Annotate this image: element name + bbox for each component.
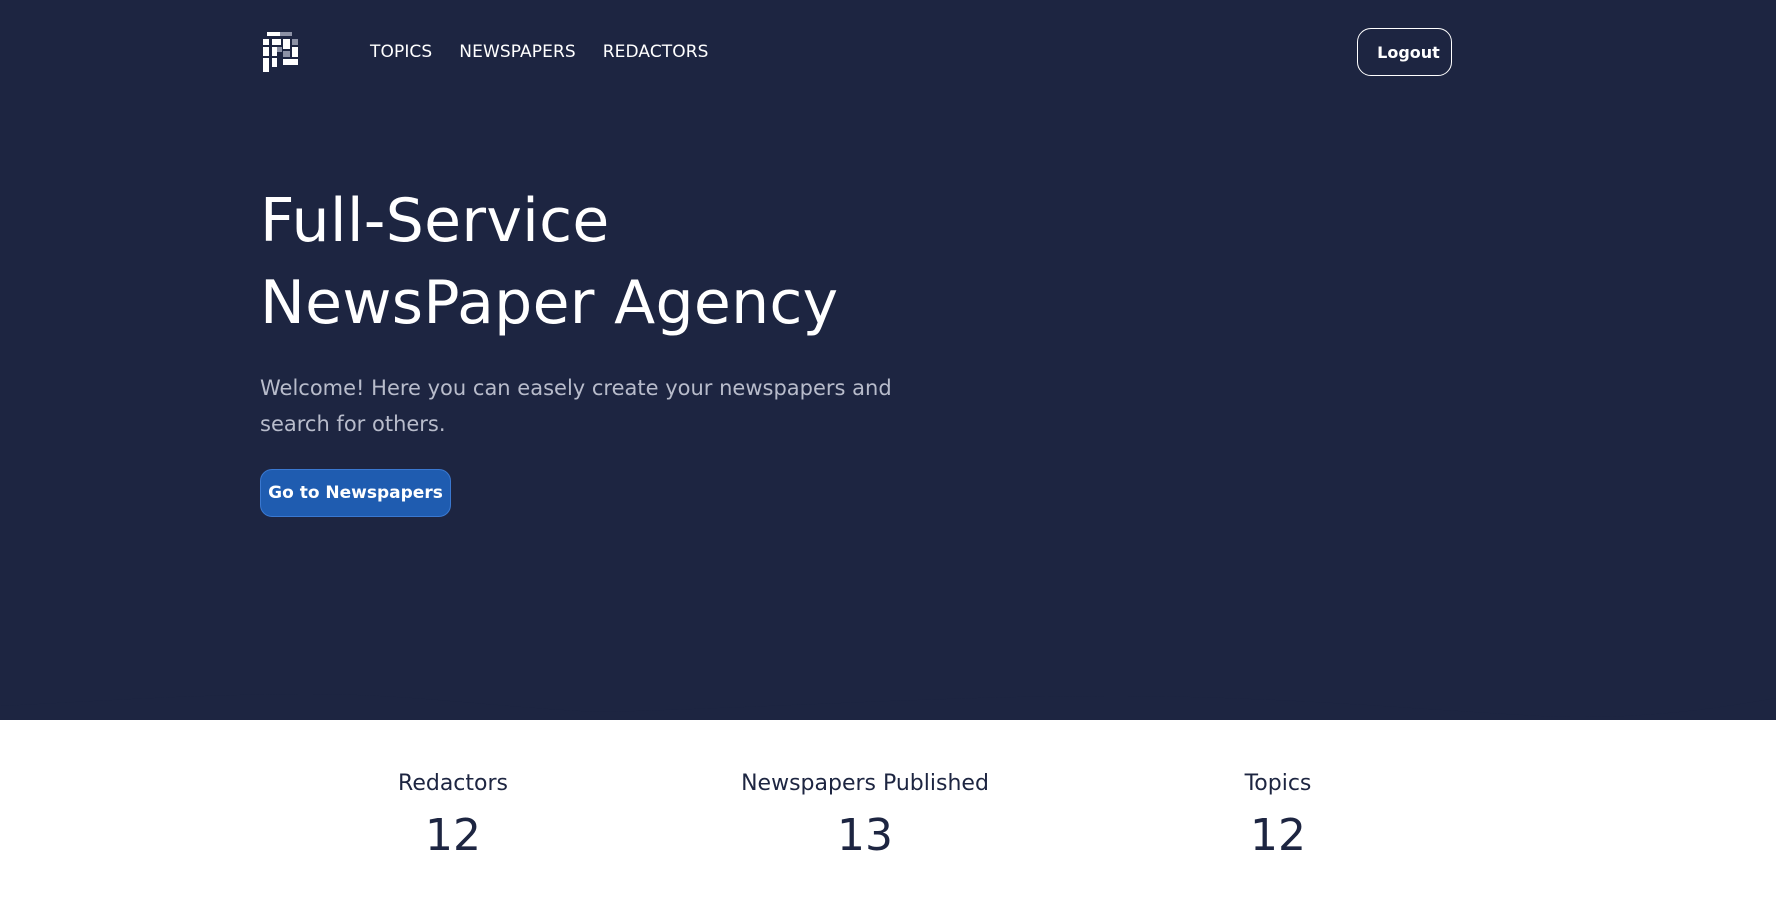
stat-value: 13: [837, 810, 893, 861]
page-title: Full-Service NewsPaper Agency: [260, 180, 839, 344]
nav-item-redactors[interactable]: REDACTORS: [603, 40, 709, 64]
hero-subtitle: Welcome! Here you can easely create your…: [260, 370, 900, 442]
nav-item-newspapers[interactable]: NEWSPAPERS: [459, 40, 575, 64]
go-to-newspapers-button[interactable]: Go to Newspapers: [260, 469, 451, 517]
stat-value: 12: [1250, 810, 1306, 861]
logout-button[interactable]: Logout: [1357, 28, 1452, 76]
page-title-line-2: NewsPaper Agency: [260, 268, 839, 338]
page-title-line-1: Full-Service: [260, 186, 610, 256]
hero-subtitle-line-2: search for others.: [260, 412, 446, 436]
nav-item-topics[interactable]: TOPICS: [370, 40, 432, 64]
brand-logo-icon[interactable]: [263, 30, 299, 74]
stat-newspapers-published: Newspapers Published 13: [665, 768, 1065, 866]
stat-topics: Topics 12: [1078, 768, 1478, 866]
main-nav: TOPICS NEWSPAPERS REDACTORS: [370, 40, 736, 64]
hero-subtitle-line-1: Welcome! Here you can easely create your…: [260, 376, 892, 400]
stat-label: Redactors: [398, 771, 508, 796]
hero-section: [0, 0, 1776, 720]
hero-wave-divider: [0, 690, 1776, 718]
stat-redactors: Redactors 12: [253, 768, 653, 866]
stat-value: 12: [425, 810, 481, 861]
stat-label: Newspapers Published: [741, 771, 989, 796]
stat-label: Topics: [1244, 771, 1312, 796]
